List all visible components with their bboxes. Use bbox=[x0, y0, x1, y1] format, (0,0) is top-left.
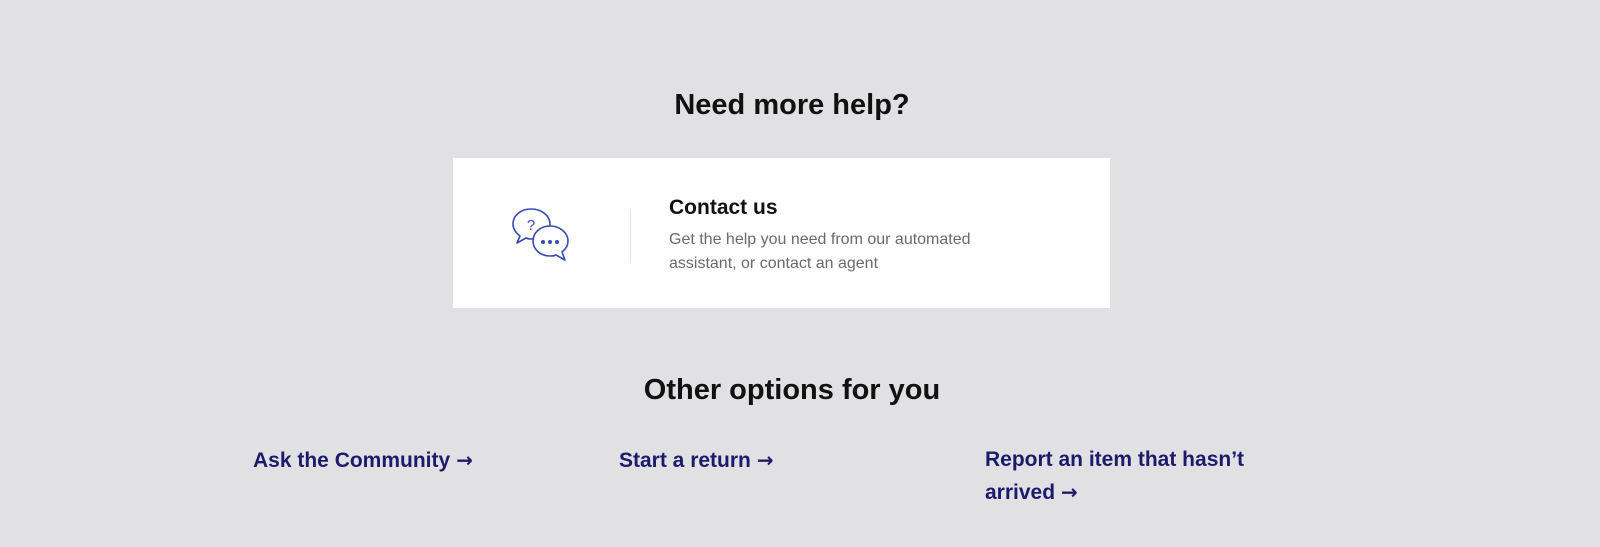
svg-text:?: ? bbox=[527, 217, 535, 234]
arrow-right-icon: → bbox=[1061, 480, 1078, 504]
ask-the-community-label: Ask the Community bbox=[253, 449, 451, 472]
arrow-right-icon: → bbox=[456, 448, 473, 472]
other-options-heading: Other options for you bbox=[643, 374, 941, 406]
ask-the-community-link[interactable]: Ask the Community → bbox=[253, 444, 473, 477]
contact-us-card[interactable]: ? Contact us Get the help you need from … bbox=[453, 158, 1110, 308]
start-a-return-link[interactable]: Start a return → bbox=[619, 444, 774, 477]
contact-us-description: Get the help you need from our automated… bbox=[669, 231, 971, 272]
report-missing-item-link[interactable]: Report an item that hasn’t arrived → bbox=[985, 444, 1285, 509]
report-missing-item-label: Report an item that hasn’t arrived bbox=[985, 448, 1245, 504]
card-divider bbox=[630, 210, 631, 262]
arrow-right-icon: → bbox=[756, 448, 774, 472]
chat-bubbles-question-icon: ? bbox=[510, 206, 572, 262]
start-a-return-label: Start a return bbox=[619, 449, 751, 472]
contact-us-title: Contact us bbox=[669, 196, 778, 219]
need-more-help-heading: Need more help? bbox=[674, 89, 910, 121]
